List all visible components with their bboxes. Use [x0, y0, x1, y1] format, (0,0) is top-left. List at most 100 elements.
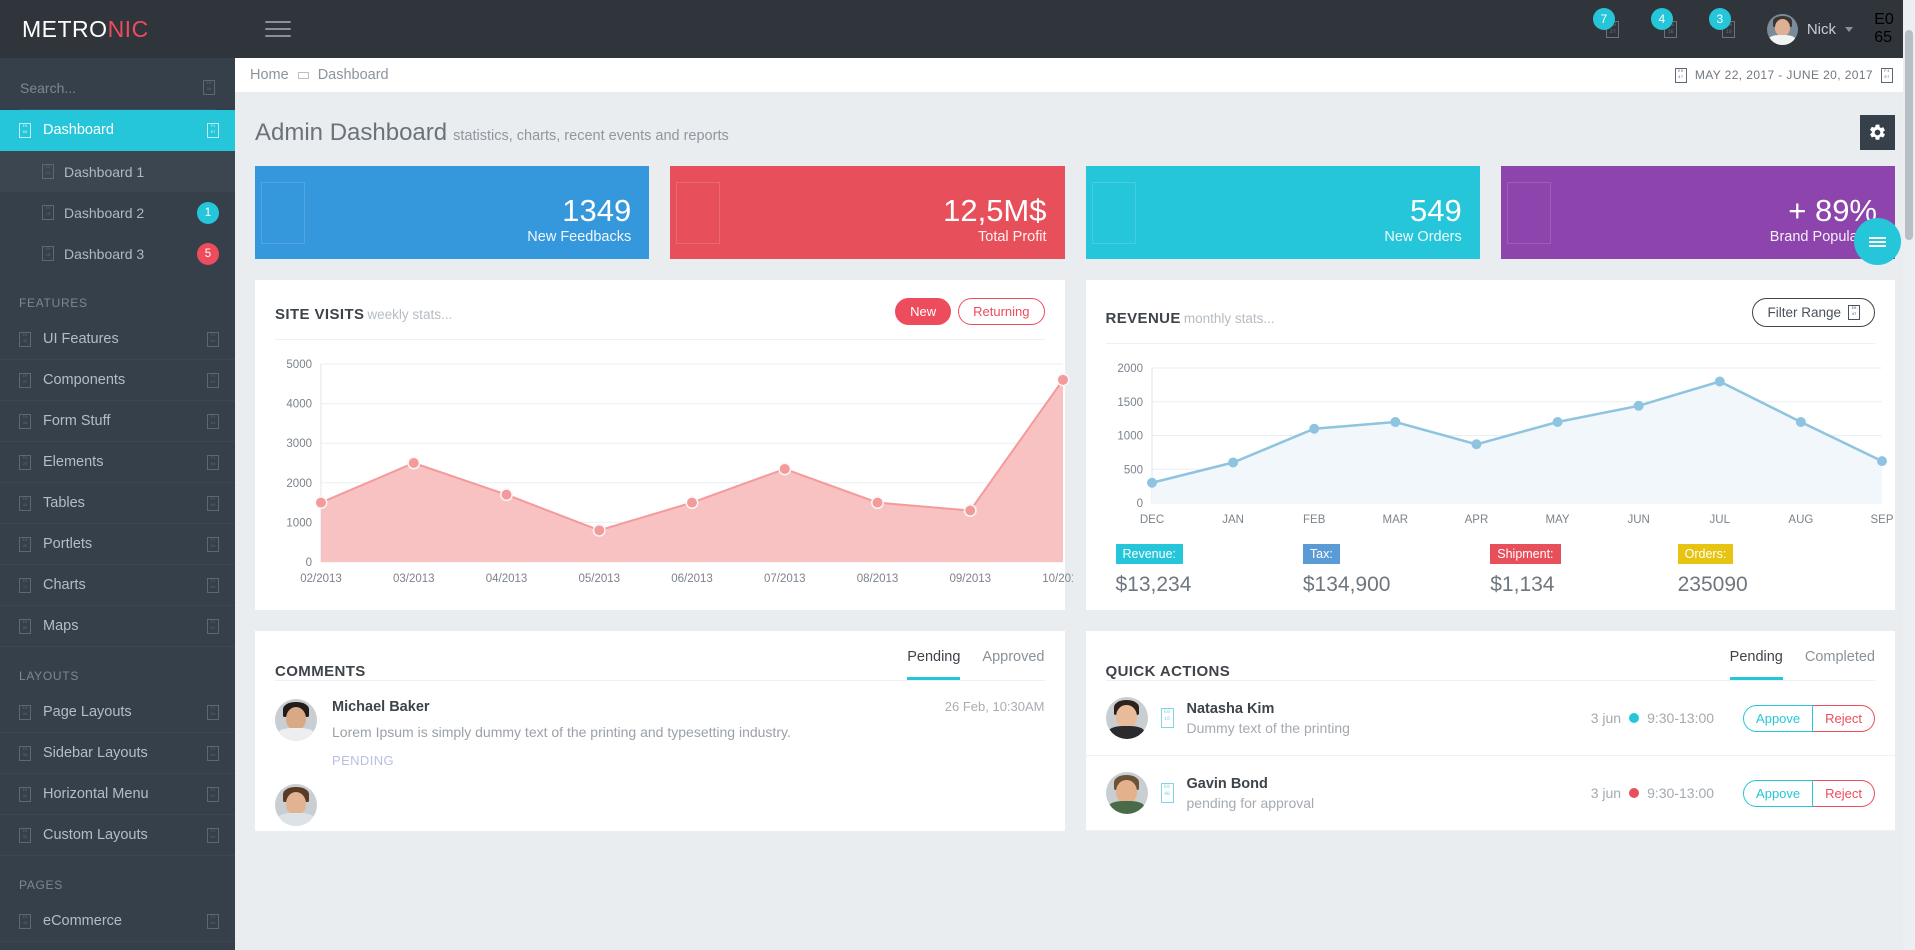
quick-sidebar-toggle[interactable]: E0 65 [1867, 0, 1901, 58]
revenue-panel: REVENUE monthly stats... Filter Range E0 4… [1085, 280, 1896, 610]
gear-icon [1870, 124, 1885, 140]
dashboard-app: METRONIC E027 7 E01E 4 E019 3 [0, 0, 1915, 950]
tab-approved[interactable]: Approved [982, 649, 1044, 680]
chevron-down-icon: F1 04 [207, 331, 219, 347]
phone-icon: E0 4B [1160, 783, 1174, 803]
filter-range-label: Filter Range [1767, 305, 1841, 320]
page-header: Admin Dashboard statistics, charts, recen… [255, 93, 1895, 166]
page-title: Admin Dashboard statistics, charts, recen… [255, 119, 729, 147]
stat-tile-feedbacks[interactable]: 1349 New Feedbacks [255, 166, 650, 259]
sidebar-item-charts[interactable]: E0 71 Charts F1 04 [0, 565, 235, 606]
sidebar-item-ecommerce[interactable]: E0 44 eCommerce F1 04 [0, 901, 235, 942]
date-range-picker[interactable]: E0 47 MAY 22, 2017 - JUNE 20, 2017 F1 07 [1674, 67, 1893, 83]
revenue-chart[interactable]: 0 500 1000 1500 2000 DEC JAN FEB MAR APR MAY JUN JUL… [1086, 344, 1896, 538]
site-visits-header: SITE VISITS weekly stats... New Returning [255, 280, 1065, 325]
breadcrumb-home[interactable]: Home [250, 67, 289, 83]
panel-title: SITE VISITS weekly stats... [275, 306, 452, 323]
comment-status: PENDING [332, 753, 395, 768]
scrollbar-thumb[interactable] [1905, 30, 1913, 240]
sidebar-item-label: Form Stuff [43, 413, 111, 429]
page-icon: E0 34 [19, 704, 31, 720]
tile-decoration-icon [261, 182, 305, 244]
sidebar-badge: 5 [197, 242, 219, 265]
quick-action-name[interactable]: Natasha Kim [1187, 701, 1578, 717]
comment-author[interactable]: Michael Baker [332, 699, 430, 715]
sidebar-item-custom-layouts[interactable]: E0 3D Custom Layouts F1 04 [0, 815, 235, 856]
portlet-icon: E0 2E [19, 536, 31, 552]
sidebar-subitem-dashboard-2[interactable]: E0 16 Dashboard 2 1 [0, 192, 235, 233]
filter-new-button[interactable]: New [895, 298, 952, 325]
sidebar-item-label: Maps [43, 618, 79, 634]
quick-actions-header: QUICK ACTIONS Pending Completed [1086, 631, 1896, 680]
sidebar-item-form-stuff[interactable]: E0 3A Form Stuff F1 04 [0, 401, 235, 442]
tab-pending[interactable]: Pending [1729, 649, 1783, 680]
sidebar-item-elements[interactable]: E0 2D Elements F1 04 [0, 442, 235, 483]
search-icon[interactable]: E0 90 [203, 80, 215, 95]
sidebar-subitem-dashboard-3[interactable]: E0 5B Dashboard 3 5 [0, 233, 235, 274]
sidebar-subitem-dashboard-1[interactable]: E0 11 Dashboard 1 [0, 151, 235, 192]
reject-button[interactable]: Reject [1813, 704, 1875, 732]
sidebar-item-sidebar-layouts[interactable]: E0 3B Sidebar Layouts F1 04 [0, 733, 235, 774]
chevron-down-icon: F1 04 [207, 704, 219, 720]
sidebar-item-ui-features[interactable]: E0 4E UI Features F1 04 [0, 319, 235, 360]
comments-tabs: Pending Approved [907, 649, 1045, 680]
sidebar-item-horizontal-menu[interactable]: E0 3C Horizontal Menu F1 04 [0, 774, 235, 815]
app-logo[interactable]: METRONIC [22, 16, 149, 43]
comment-body [332, 784, 1045, 826]
breadcrumb: Home Dashboard [235, 67, 389, 83]
approve-button[interactable]: Appove [1743, 704, 1814, 732]
sidebar-toggle-icon[interactable] [265, 21, 291, 37]
notification-envelope[interactable]: E027 7 [1585, 0, 1641, 58]
sidebar-item-tables[interactable]: E0 42 Tables F1 04 [0, 483, 235, 524]
comment-meta: Michael Baker 26 Feb, 10:30AM [332, 699, 1045, 715]
sidebar-item-page-layouts[interactable]: E0 34 Page Layouts F1 04 [0, 692, 235, 733]
sidebar-item-label: Page Layouts [43, 704, 132, 720]
reject-button[interactable]: Reject [1813, 779, 1875, 807]
tab-pending[interactable]: Pending [907, 649, 961, 680]
stat-tile-profit[interactable]: 12,5M$ Total Profit [670, 166, 1065, 259]
panel-title: REVENUE monthly stats... [1106, 310, 1275, 327]
svg-text:4000: 4000 [286, 399, 312, 411]
floating-action-button[interactable] [1854, 218, 1901, 265]
settings-button[interactable] [1860, 115, 1895, 150]
notification-bell[interactable]: E01E 4 [1643, 0, 1699, 58]
user-menu[interactable]: Nick [1759, 0, 1865, 58]
notification-tasks[interactable]: E019 3 [1701, 0, 1757, 58]
page-scrollbar[interactable] [1903, 0, 1915, 950]
filter-returning-button[interactable]: Returning [958, 298, 1045, 325]
chevron-down-icon: F1 04 [207, 495, 219, 511]
badge-count-1: 7 [1592, 8, 1615, 30]
avatar [275, 699, 317, 741]
approve-button[interactable]: Appove [1743, 779, 1814, 807]
quick-action-name[interactable]: Gavin Bond [1187, 776, 1578, 792]
stat-value: 12,5M$ [943, 193, 1047, 229]
sidebar-item-maps[interactable]: E0 9E Maps F1 04 [0, 606, 235, 647]
top-header: METRONIC E027 7 E01E 4 E019 3 [0, 0, 1915, 58]
stat-tile-brand-popularity[interactable]: + 89% Brand Popularity [1500, 166, 1895, 259]
search-input[interactable] [20, 79, 203, 96]
sidebar-search[interactable]: E090 [20, 66, 215, 110]
svg-text:500: 500 [1123, 464, 1142, 476]
revenue-stat-orders: Orders: 235090 [1677, 544, 1865, 597]
sidebar-item-label: Portlets [43, 536, 93, 552]
filter-range-button[interactable]: Filter Range E0 47 [1752, 298, 1875, 327]
stat-tiles: 1349 New Feedbacks 12,5M$ Total Profit 5… [255, 166, 1895, 259]
sidebar-item-dashboard[interactable]: E0 68 Dashboard F1 07 [0, 110, 235, 151]
sidebar-item-portlets[interactable]: E0 2E Portlets F1 04 [0, 524, 235, 565]
svg-text:2000: 2000 [1117, 363, 1143, 375]
sidebar-item-label: Tables [43, 495, 85, 511]
site-visits-chart[interactable]: 0 1000 2000 3000 4000 5000 02/2013 03/2013 04/20… [255, 340, 1083, 609]
sidebar-item-label: Horizontal Menu [43, 786, 149, 802]
revenue-subtitle: monthly stats... [1183, 311, 1275, 326]
chevron-down-icon: F1 04 [207, 454, 219, 470]
sidebar-section-layouts: LAYOUTS [19, 669, 80, 683]
sidebar-item-components[interactable]: E0 2C Components F1 04 [0, 360, 235, 401]
tab-completed[interactable]: Completed [1805, 649, 1875, 680]
quick-actions-title: QUICK ACTIONS [1105, 663, 1231, 680]
home-icon: E0 68 [19, 122, 31, 138]
status-dot [1629, 788, 1640, 798]
chevron-down-icon: F1 04 [207, 577, 219, 593]
stat-tile-orders[interactable]: 549 New Orders [1085, 166, 1480, 259]
sidebar-badge: 1 [197, 201, 219, 224]
revenue-stat-shipment: Shipment: $1,134 [1490, 544, 1677, 597]
